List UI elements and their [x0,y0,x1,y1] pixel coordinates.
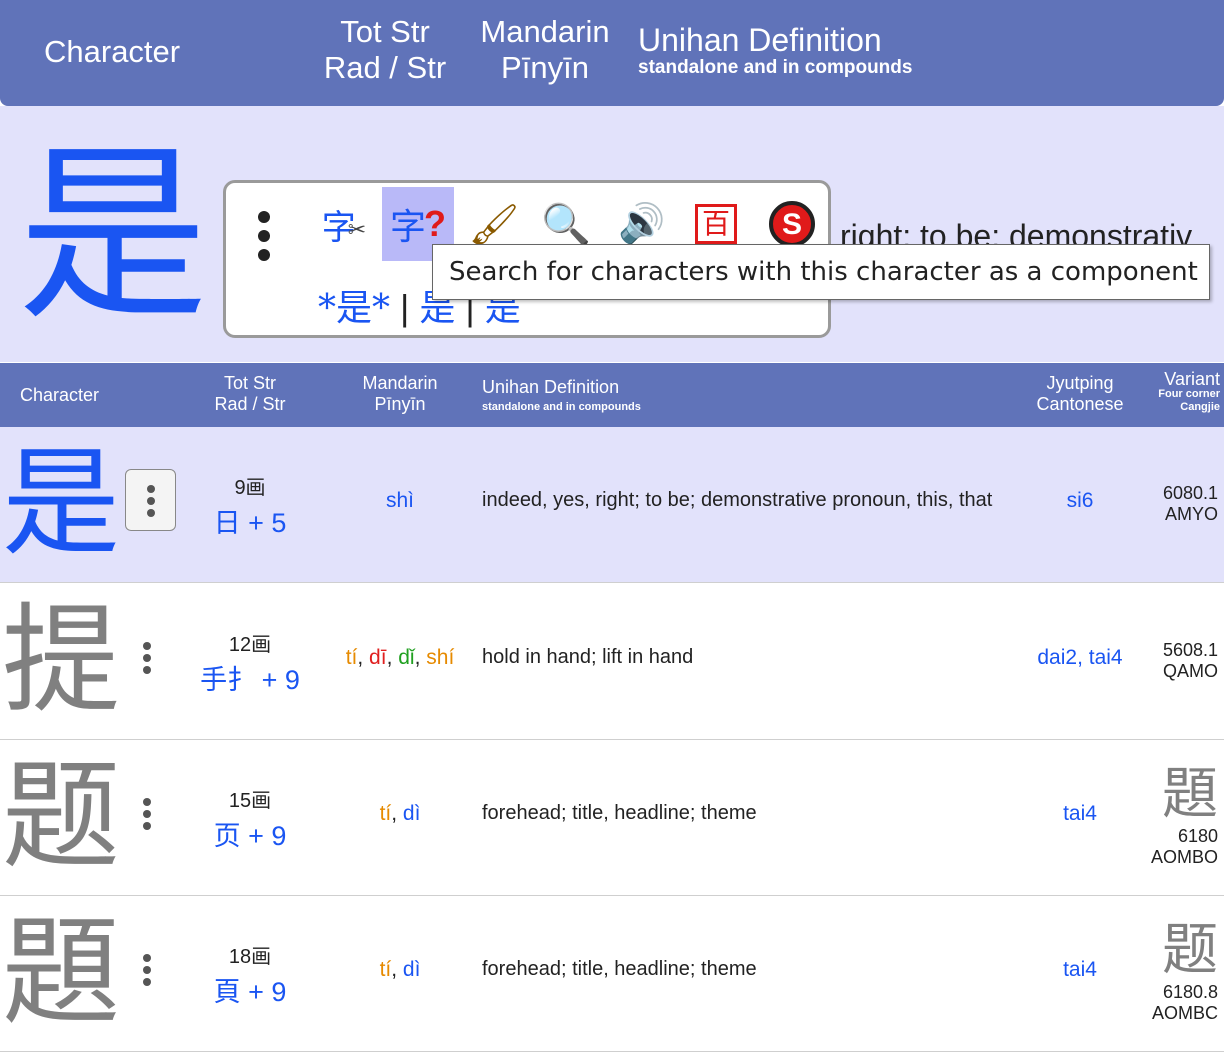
pinyin-reading[interactable]: dǐ [398,646,414,669]
pinyin-reading[interactable]: dì [403,958,421,981]
header-character: Character [44,34,181,69]
col-variant-label: Variant [1164,369,1220,389]
jyutping[interactable]: si6 [1010,489,1150,513]
col-four-corner-label: Four corner [1158,388,1220,400]
pinyin-reading[interactable]: dī [369,646,387,669]
four-corner-code: 5608.1 [1162,640,1218,660]
radical-link[interactable]: 頁 + 9 [180,970,320,1009]
pinyin: shì [325,489,475,513]
definition: hold in hand; lift in hand [482,646,694,668]
cangjie-code: QAMO [1162,661,1218,681]
header-unihan-label: Unihan Definition [638,22,882,58]
col-variant: Variant Four corner Cangjie [1144,369,1220,414]
cangjie-code: AOMBO [1150,847,1218,867]
col-unihan: Unihan Definition standalone and in comp… [482,377,641,417]
col-rad-str: Rad / Str [214,394,286,414]
pinyin-reading[interactable]: shí [426,646,454,669]
col-mandarin-label: Mandarin [362,373,438,393]
cangjie-code: AOMBC [1151,1003,1218,1023]
character-glyph[interactable]: 提 [2,590,120,730]
jyutping[interactable]: tai4 [1010,802,1150,826]
radical-link[interactable]: 页 + 9 [180,814,320,853]
character-glyph[interactable]: 是 [2,433,120,573]
pinyin-reading[interactable]: tí [380,802,392,825]
kebab-menu-icon[interactable] [258,211,272,268]
definition: forehead; title, headline; theme [482,958,757,980]
jyutping[interactable]: dai2, tai4 [1010,646,1150,670]
header-unihan-sub: standalone and in compounds [638,57,913,78]
zoomed-row: 是 right; to be; demonstrativ 字 ✂ 字? 🖌 🔍 🔊… [0,106,1224,362]
link-separator: | [400,287,410,328]
header-tot-str: Tot Str [340,14,430,49]
col-cantonese-label: Cantonese [1036,394,1124,414]
character-glyph[interactable]: 題 [2,902,120,1042]
four-corner-code: 6180.8 [1162,982,1218,1002]
pinyin: tí, dì [379,802,421,825]
col-character: Character [20,385,100,405]
pinyin-reading[interactable]: tí [346,646,358,669]
table-row: 是 9画 日 + 5 shì indeed, yes, right; to be… [0,427,1224,583]
table-row: 题 15画 页 + 9 tí, dì forehead; title, head… [0,740,1224,896]
table-row: 題 18画 頁 + 9 tí, dì forehead; title, head… [0,896,1224,1052]
pinyin: tí, dì [379,958,421,981]
col-cangjie-label: Cangjie [1180,401,1220,413]
radical-link[interactable]: 日 + 5 [180,501,320,540]
stroke-count: 9画 [234,477,266,499]
header-pinyin-label: Pīnyīn [501,50,589,85]
cangjie-code: AMYO [1164,504,1218,524]
col-jyutping-label: Jyutping [1046,373,1114,393]
header-mandarin: Mandarin Pīnyīn [470,14,620,86]
table-header: Character Tot Str Rad / Str Mandarin Pīn… [0,363,1224,427]
variant-cell: 6080.1 AMYO [1163,483,1218,525]
col-strokes: Tot Str Rad / Str [195,373,305,415]
tooltip: Search for characters with this characte… [432,244,1210,300]
header-stroke-count: Tot Str Rad / Str [315,14,455,86]
variant-cell: 题 6180.8 AOMBC [1152,920,1218,1024]
variant-cell: 5608.1 QAMO [1163,640,1218,682]
kebab-menu-icon[interactable] [140,642,154,678]
pinyin-reading[interactable]: tí [380,958,392,981]
character-glyph[interactable]: 题 [2,746,120,886]
pinyin-reading[interactable]: dì [403,802,421,825]
zoomed-character[interactable]: 是 [18,126,208,346]
variant-cell: 題 6180 AOMBO [1151,764,1218,868]
split-character-icon[interactable]: 字 ✂ [308,187,380,261]
four-corner-code: 6080.1 [1162,483,1218,503]
jyutping[interactable]: tai4 [1010,958,1150,982]
wildcard-link[interactable]: *是* [318,288,390,329]
zoomed-table-header: Character Tot Str Rad / Str Mandarin Pīn… [0,0,1224,106]
pinyin-reading[interactable]: shì [386,489,414,512]
pinyin: tí, dī, dǐ, shí [345,646,455,669]
radical-link[interactable]: 手扌 + 9 [180,658,320,697]
kebab-menu-icon[interactable] [125,469,176,531]
header-unihan: Unihan Definition standalone and in comp… [638,22,912,79]
variant-character[interactable]: 题 [1152,920,1218,982]
four-corner-code: 6180 [1177,826,1218,846]
header-mandarin-label: Mandarin [480,14,610,49]
col-unihan-label: Unihan Definition [482,377,620,397]
definition: indeed, yes, right; to be; demonstrative… [482,489,993,511]
header-rad-str: Rad / Str [323,50,447,85]
col-tot-str: Tot Str [223,373,276,393]
definition: forehead; title, headline; theme [482,802,757,824]
col-unihan-sub: standalone and in compounds [482,401,641,413]
variant-character[interactable]: 題 [1151,764,1218,826]
col-mandarin: Mandarin Pīnyīn [345,373,455,415]
kebab-menu-icon[interactable] [140,954,154,990]
stroke-count: 18画 [228,946,272,968]
kebab-menu-icon[interactable] [140,798,154,834]
col-pinyin-label: Pīnyīn [374,394,426,414]
stroke-count: 15画 [228,790,272,812]
stroke-count: 12画 [228,634,272,656]
table-row: 提 12画 手扌 + 9 tí, dī, dǐ, shí hold in han… [0,584,1224,740]
col-jyutping: Jyutping Cantonese [1022,373,1138,415]
